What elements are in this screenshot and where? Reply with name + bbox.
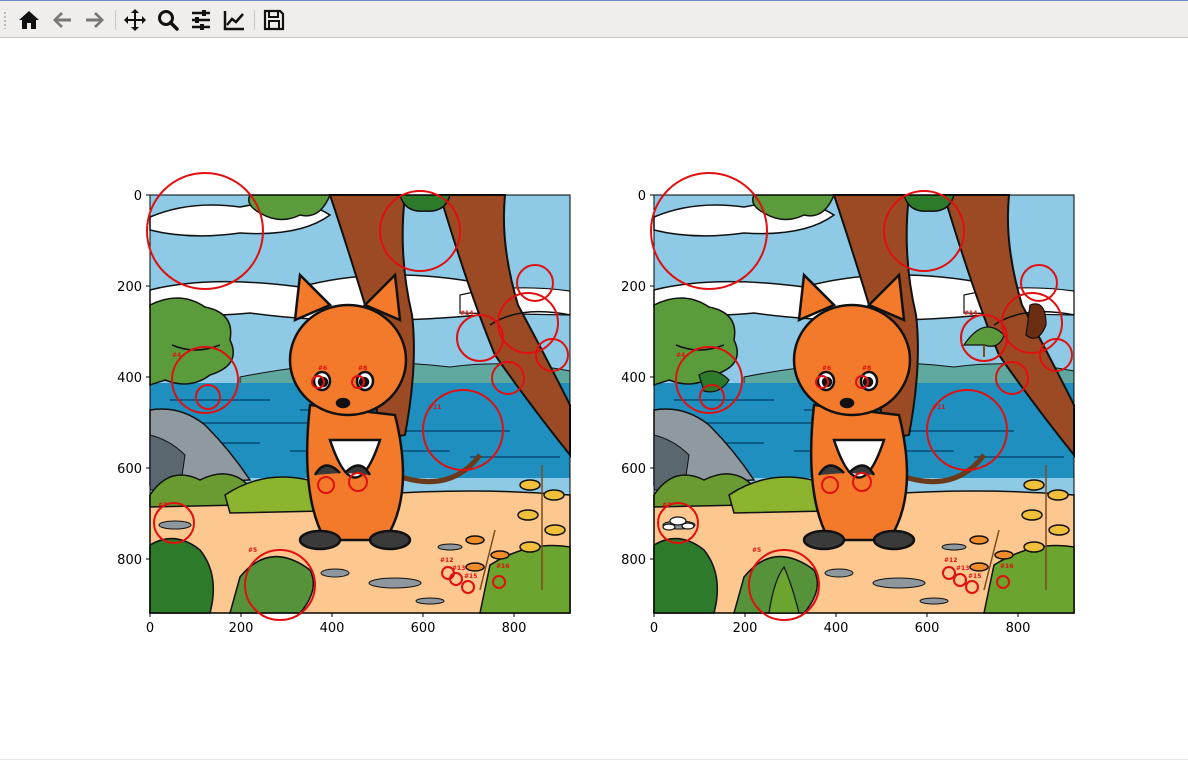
marker-label: #8 bbox=[862, 365, 871, 372]
marker-label: #11 bbox=[428, 404, 441, 411]
marker-label: #16 bbox=[496, 563, 509, 570]
y-tick-label: 200 bbox=[117, 280, 142, 295]
marker-label: #6 bbox=[822, 365, 831, 372]
x-tick-label: 600 bbox=[411, 621, 436, 636]
marker-label: #7 bbox=[158, 502, 167, 509]
x-tick-label: 800 bbox=[502, 621, 527, 636]
left-plot[interactable]: #14 #4 #6 #8 #11 #7 #5 #12 #13 #15 #16 0… bbox=[117, 172, 570, 636]
right-y-tick-labels: 0 200 400 600 800 bbox=[621, 189, 646, 568]
marker-label: #5 bbox=[248, 547, 257, 554]
y-tick-label: 0 bbox=[638, 189, 646, 204]
marker-label: #8 bbox=[358, 365, 367, 372]
x-tick-label: 600 bbox=[915, 621, 940, 636]
y-tick-label: 600 bbox=[621, 462, 646, 477]
y-tick-label: 0 bbox=[134, 189, 142, 204]
x-tick-label: 400 bbox=[824, 621, 849, 636]
x-tick-label: 200 bbox=[733, 621, 758, 636]
right-plot[interactable]: #14 #4 #6 #8 #11 #7 #5 #12 #13 #15 #16 0… bbox=[621, 172, 1074, 636]
marker-label: #15 bbox=[968, 573, 981, 580]
left-x-tick-labels: 0 200 400 600 800 bbox=[146, 621, 527, 636]
x-tick-label: 0 bbox=[146, 621, 154, 636]
x-tick-label: 0 bbox=[650, 621, 658, 636]
marker-label: #4 bbox=[172, 352, 181, 359]
marker-label: #16 bbox=[1000, 563, 1013, 570]
marker-label: #13 bbox=[452, 565, 465, 572]
marker-label: #14 bbox=[460, 310, 473, 317]
marker-label: #15 bbox=[464, 573, 477, 580]
x-tick-label: 400 bbox=[320, 621, 345, 636]
y-tick-label: 400 bbox=[621, 371, 646, 386]
marker-label: #11 bbox=[932, 404, 945, 411]
y-tick-label: 800 bbox=[117, 553, 142, 568]
y-tick-label: 800 bbox=[621, 553, 646, 568]
marker-label: #4 bbox=[676, 352, 685, 359]
marker-label: #14 bbox=[964, 310, 977, 317]
y-tick-label: 400 bbox=[117, 371, 142, 386]
marker-label: #12 bbox=[440, 557, 453, 564]
left-y-tick-labels: 0 200 400 600 800 bbox=[117, 189, 142, 568]
y-tick-label: 200 bbox=[621, 280, 646, 295]
figure-canvas[interactable]: #14 #4 #6 #8 #11 #7 #5 #12 #13 #15 #16 0… bbox=[0, 0, 1188, 761]
y-tick-label: 600 bbox=[117, 462, 142, 477]
right-x-tick-labels: 0 200 400 600 800 bbox=[650, 621, 1031, 636]
left-image bbox=[150, 195, 570, 613]
marker-label: #7 bbox=[662, 502, 671, 509]
marker-label: #6 bbox=[318, 365, 327, 372]
x-tick-label: 800 bbox=[1006, 621, 1031, 636]
marker-label: #5 bbox=[752, 547, 761, 554]
marker-label: #12 bbox=[944, 557, 957, 564]
right-image bbox=[654, 195, 1074, 613]
marker-label: #13 bbox=[956, 565, 969, 572]
x-tick-label: 200 bbox=[229, 621, 254, 636]
